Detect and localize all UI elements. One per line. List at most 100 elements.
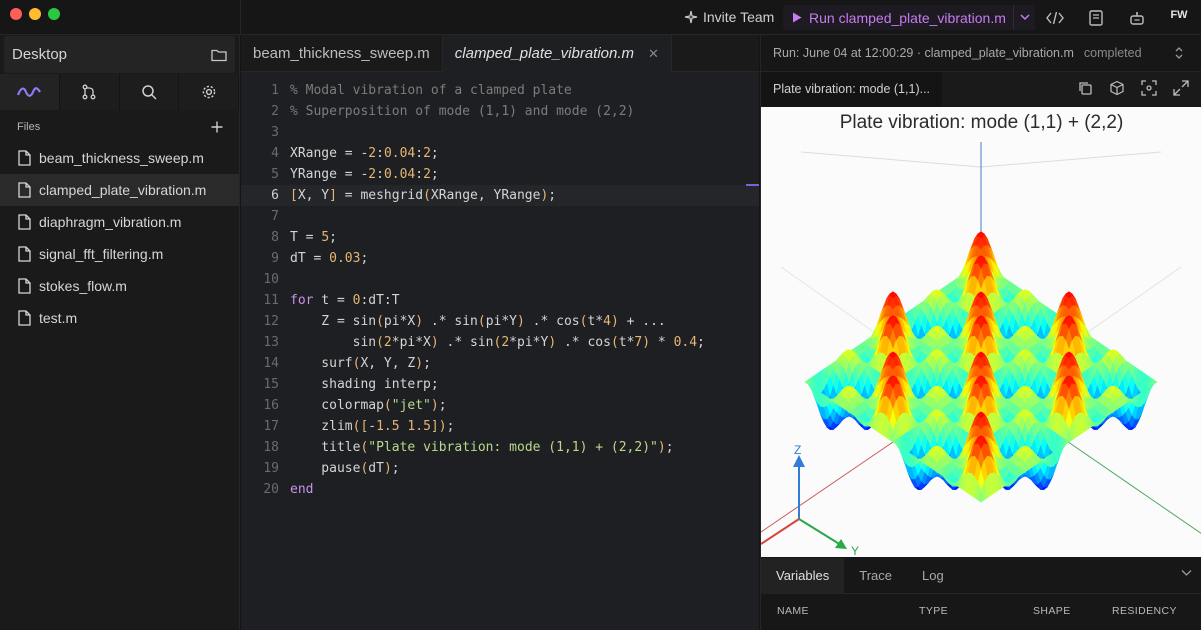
figure-tab-bar: Plate vibration: mode (1,1)... [761, 72, 1201, 106]
line-text: XRange = -2:0.04:2; [290, 146, 439, 161]
expand-icon[interactable] [1173, 80, 1189, 96]
column-header-type: TYPE [919, 605, 949, 617]
line-number: 20 [263, 482, 279, 497]
tab-workspace[interactable] [0, 74, 60, 110]
file-item[interactable]: diaphragm_vibration.m [0, 206, 239, 238]
line-number: 8 [271, 230, 279, 245]
code-line[interactable]: 7 [241, 206, 759, 227]
code-line[interactable]: 5 YRange = -2:0.04:2; [241, 164, 759, 185]
tab-trace[interactable]: Trace [844, 558, 907, 594]
code-line[interactable]: 8 T = 5; [241, 227, 759, 248]
code-view-button[interactable] [1046, 9, 1064, 27]
user-avatar[interactable]: FW [1160, 9, 1198, 21]
surface-plot: ZY [761, 142, 1201, 557]
code-line[interactable]: 9 dT = 0.03; [241, 248, 759, 269]
close-tab-icon[interactable]: ✕ [648, 46, 659, 62]
tab-trace-label: Trace [859, 568, 892, 583]
grid-line [980, 151, 1162, 168]
line-number: 16 [263, 398, 279, 413]
copy-icon[interactable] [1077, 80, 1093, 96]
line-text: sin(2*pi*X) .* sin(2*pi*Y) .* cos(t*7) *… [290, 335, 705, 350]
column-header-name: NAME [777, 605, 809, 617]
file-item[interactable]: test.m [0, 302, 239, 334]
cube-icon[interactable] [1109, 80, 1125, 96]
line-number: 9 [271, 251, 279, 266]
git-branch-icon [82, 84, 96, 100]
code-line[interactable]: 17 zlim([-1.5 1.5]); [241, 416, 759, 437]
run-script-button[interactable]: Run clamped_plate_vibration.m [783, 5, 1013, 30]
file-item[interactable]: stokes_flow.m [0, 270, 239, 302]
folder-icon[interactable] [211, 48, 227, 62]
line-number: 1 [271, 83, 279, 98]
run-options-dropdown[interactable] [1013, 5, 1035, 30]
triad-y-axis [798, 518, 842, 546]
focus-icon[interactable] [1141, 80, 1157, 96]
tab-log[interactable]: Log [907, 558, 959, 594]
tab-source-control[interactable] [59, 74, 120, 110]
editor-tab[interactable]: beam_thickness_sweep.m [241, 35, 443, 72]
line-number: 10 [263, 272, 279, 287]
tab-log-label: Log [921, 568, 944, 583]
file-item[interactable]: signal_fft_filtering.m [0, 238, 239, 270]
workspace-name: Desktop [12, 46, 68, 63]
chevron-updown-icon[interactable] [1174, 46, 1184, 60]
code-line[interactable]: 14 surf(X, Y, Z); [241, 353, 759, 374]
line-text: YRange = -2:0.04:2; [290, 167, 439, 182]
code-line[interactable]: 1 % Modal vibration of a clamped plate [241, 80, 759, 101]
code-line[interactable]: 2 % Superposition of mode (1,1) and mode … [241, 101, 759, 122]
line-text [279, 269, 290, 290]
bottom-panel-tabs: Variables Trace Log [761, 557, 1201, 594]
file-icon [18, 246, 31, 262]
line-text [279, 206, 290, 227]
column-header-shape: SHAPE [1033, 605, 1071, 617]
line-number: 17 [263, 419, 279, 434]
line-text: zlim([-1.5 1.5]); [290, 419, 455, 434]
code-line[interactable]: 12 Z = sin(pi*X) .* sin(pi*Y) .* cos(t*4… [241, 311, 759, 332]
file-item[interactable]: clamped_plate_vibration.m [0, 174, 239, 206]
file-name: stokes_flow.m [39, 278, 127, 294]
workspace-header[interactable]: Desktop [4, 36, 235, 73]
code-area[interactable]: 1 % Modal vibration of a clamped plate 2 % … [241, 80, 759, 500]
file-name: signal_fft_filtering.m [39, 246, 164, 262]
editor-tab-label: clamped_plate_vibration.m [454, 45, 635, 62]
line-text: surf(X, Y, Z); [290, 356, 431, 371]
code-line[interactable]: 11 for t = 0:dT:T [241, 290, 759, 311]
invite-team-button[interactable]: Invite Team [684, 9, 774, 25]
tab-variables[interactable]: Variables [761, 557, 845, 594]
maximize-window-button[interactable] [48, 8, 60, 20]
grid-line [800, 151, 982, 168]
line-text [279, 122, 290, 143]
scroll-marker [746, 184, 759, 186]
code-line[interactable]: 10 [241, 269, 759, 290]
tab-settings[interactable] [179, 74, 239, 110]
sparkle-icon [684, 10, 698, 24]
editor-tab-active[interactable]: clamped_plate_vibration.m ✕ [442, 35, 672, 72]
triad-z-label: Z [794, 443, 801, 457]
code-line[interactable]: 19 pause(dT); [241, 458, 759, 479]
code-line[interactable]: 3 [241, 122, 759, 143]
notebook-button[interactable] [1087, 9, 1105, 27]
figure-plot[interactable]: Plate vibration: mode (1,1) + (2,2) ZY [761, 107, 1201, 557]
output-pane: Run: June 04 at 12:00:29 · clamped_plate… [760, 35, 1201, 630]
close-window-button[interactable] [10, 8, 22, 20]
code-line[interactable]: 6 [X, Y] = meshgrid(XRange, YRange); [241, 185, 759, 206]
run-info-bar[interactable]: Run: June 04 at 12:00:29 · clamped_plate… [761, 35, 1201, 72]
line-number: 7 [271, 209, 279, 224]
code-line[interactable]: 4 XRange = -2:0.04:2; [241, 143, 759, 164]
tab-search[interactable] [119, 74, 180, 110]
figure-tab[interactable]: Plate vibration: mode (1,1)... [761, 72, 943, 106]
line-number: 15 [263, 377, 279, 392]
minimize-window-button[interactable] [29, 8, 41, 20]
file-item[interactable]: beam_thickness_sweep.m [0, 142, 239, 174]
code-icon [1046, 11, 1064, 25]
figure-toolbar [1077, 80, 1189, 96]
chevron-down-icon[interactable] [1181, 569, 1192, 577]
code-line[interactable]: 20 end [241, 479, 759, 500]
code-line[interactable]: 16 colormap("jet"); [241, 395, 759, 416]
code-line[interactable]: 18 title("Plate vibration: mode (1,1) + … [241, 437, 759, 458]
code-line[interactable]: 15 shading interp; [241, 374, 759, 395]
code-line[interactable]: 13 sin(2*pi*X) .* sin(2*pi*Y) .* cos(t*7… [241, 332, 759, 353]
assistant-button[interactable] [1128, 9, 1146, 27]
add-file-icon[interactable] [211, 121, 223, 133]
line-text: title("Plate vibration: mode (1,1) + (2,… [290, 440, 674, 455]
